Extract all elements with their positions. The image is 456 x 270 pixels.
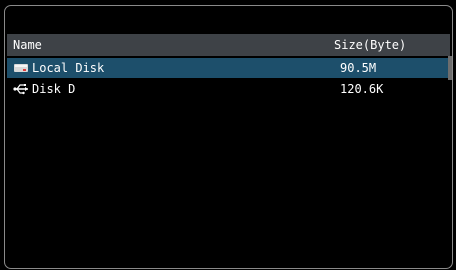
row-size-cell: 90.5M xyxy=(340,61,377,75)
column-header: Name Size(Byte) xyxy=(7,34,450,56)
column-name-header[interactable]: Name xyxy=(13,38,42,52)
row-name-cell: Disk D xyxy=(13,82,75,96)
row-size-cell: 120.6K xyxy=(340,82,384,96)
screen: Name Size(Byte) Local Disk 90.5M Disk D … xyxy=(0,0,456,270)
usb-icon xyxy=(13,82,29,96)
row-name-label: Disk D xyxy=(32,82,76,96)
table-row-local-disk[interactable]: Local Disk 90.5M xyxy=(7,58,450,78)
row-name-label: Local Disk xyxy=(32,61,105,75)
file-browser-window: Name Size(Byte) Local Disk 90.5M Disk D … xyxy=(4,5,453,269)
scrollbar[interactable] xyxy=(448,56,452,80)
column-size-header[interactable]: Size(Byte) xyxy=(334,38,406,52)
hard-disk-icon xyxy=(13,61,29,75)
table-row-disk-d[interactable]: Disk D 120.6K xyxy=(7,79,450,99)
row-name-cell: Local Disk xyxy=(13,61,104,75)
